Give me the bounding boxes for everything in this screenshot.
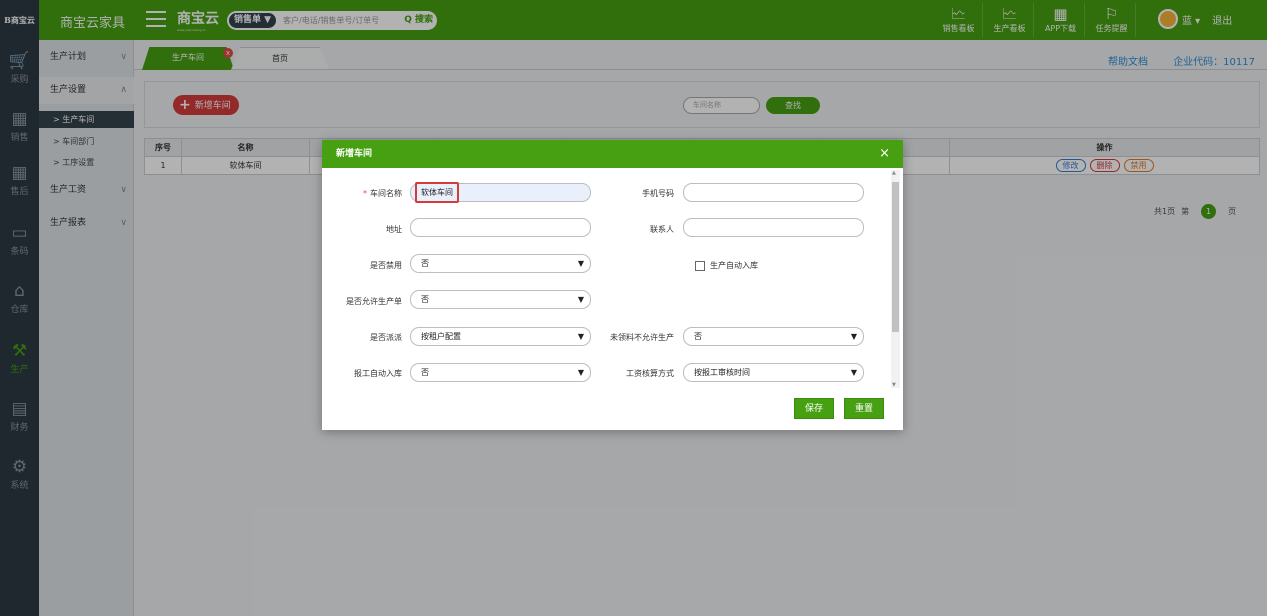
address-field[interactable] xyxy=(410,218,591,237)
dispatch-value: 按租户配置 xyxy=(421,332,461,341)
scroll-up-icon[interactable]: ▲ xyxy=(892,170,896,176)
reset-button[interactable]: 重置 xyxy=(844,398,885,419)
no-material-label: 未领料不允许生产 xyxy=(610,333,674,342)
scroll-down-icon[interactable]: ▼ xyxy=(892,382,896,388)
caret-down-icon: ▼ xyxy=(577,259,584,268)
phone-field[interactable] xyxy=(683,183,864,202)
wage-method-value: 按报工审核时间 xyxy=(694,368,750,377)
phone-label: 手机号码 xyxy=(642,189,674,198)
disabled-select-value: 否 xyxy=(421,259,429,268)
close-icon[interactable]: × xyxy=(879,147,890,161)
dialog-scrollbar[interactable]: ▲ ▼ xyxy=(891,170,900,388)
auto-stock-label: 生产自动入库 xyxy=(710,261,758,270)
name-label: * 车间名称 xyxy=(322,188,402,199)
scroll-thumb[interactable] xyxy=(892,182,899,332)
contact-field[interactable] xyxy=(683,218,864,237)
checkbox-icon[interactable] xyxy=(695,260,705,271)
caret-down-icon: ▼ xyxy=(577,368,584,377)
dialog-title: 新增车间 xyxy=(322,140,903,168)
disabled-select[interactable]: 否 ▼ xyxy=(410,254,591,273)
no-material-select[interactable]: 否 ▼ xyxy=(683,327,864,346)
save-button[interactable]: 保存 xyxy=(794,398,835,419)
allow-order-select[interactable]: 否 ▼ xyxy=(410,290,591,309)
address-label: 地址 xyxy=(386,225,402,234)
caret-down-icon: ▼ xyxy=(577,295,584,304)
allow-order-label: 是否允许生产单 xyxy=(346,297,402,306)
contact-label: 联系人 xyxy=(650,225,674,234)
auto-stock-checkbox[interactable]: 生产自动入库 xyxy=(695,260,758,271)
add-workshop-dialog: 新增车间 × ▲ ▼ * 车间名称 软体车间 手机号码 地址 联系人 是否禁用 否… xyxy=(322,140,903,430)
caret-down-icon: ▼ xyxy=(850,368,857,377)
wage-method-select[interactable]: 按报工审核时间 ▼ xyxy=(683,363,864,382)
report-stock-label: 报工自动入库 xyxy=(354,369,402,378)
report-stock-value: 否 xyxy=(421,368,429,377)
name-field-value: 软体车间 xyxy=(415,182,459,203)
caret-down-icon: ▼ xyxy=(577,332,584,341)
allow-order-value: 否 xyxy=(421,295,429,304)
disabled-label: 是否禁用 xyxy=(370,261,402,270)
caret-down-icon: ▼ xyxy=(850,332,857,341)
name-label-text: 车间名称 xyxy=(370,189,402,198)
wage-method-label: 工资核算方式 xyxy=(626,369,674,378)
dispatch-label: 是否派派 xyxy=(370,333,402,342)
report-stock-select[interactable]: 否 ▼ xyxy=(410,363,591,382)
dispatch-select[interactable]: 按租户配置 ▼ xyxy=(410,327,591,346)
required-mark: * xyxy=(363,189,367,198)
workshop-name-field[interactable]: 软体车间 xyxy=(410,182,591,203)
no-material-value: 否 xyxy=(694,332,702,341)
